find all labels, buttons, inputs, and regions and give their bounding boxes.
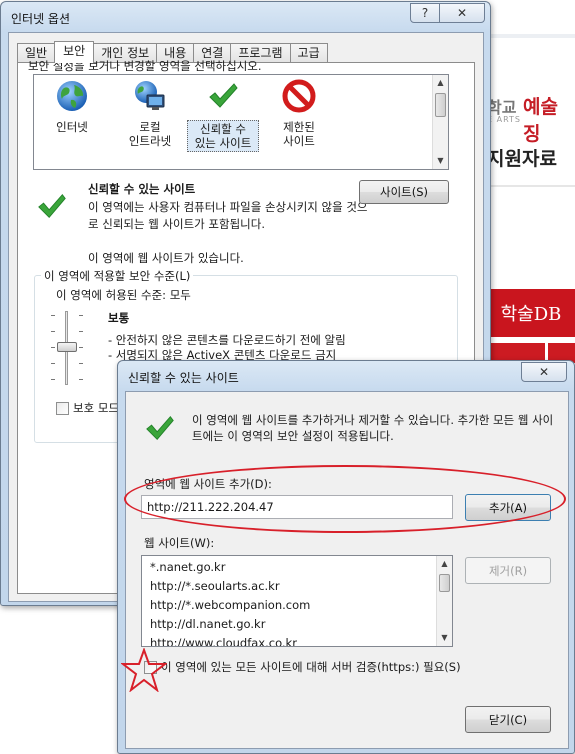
scroll-up-icon[interactable]: ▲ xyxy=(437,556,452,572)
zone-internet[interactable]: 인터넷 xyxy=(36,79,108,134)
annotation-ellipse xyxy=(124,465,566,533)
scroll-up-icon[interactable]: ▲ xyxy=(433,75,448,91)
zone-local-intranet[interactable]: 로컬 인트라넷 xyxy=(114,79,186,148)
background-heading: 지원자료 xyxy=(487,148,557,170)
help-icon: ? xyxy=(421,6,429,20)
intranet-icon xyxy=(135,81,165,110)
list-item[interactable]: http://www.cloudfax.co.kr xyxy=(150,636,297,646)
tab-advanced[interactable]: 고급 xyxy=(289,43,328,63)
slider-knob[interactable] xyxy=(57,342,77,352)
websites-list[interactable]: *.nanet.go.kr http://*.seoularts.ac.kr h… xyxy=(141,555,453,647)
list-item[interactable]: http://dl.nanet.go.kr xyxy=(150,617,265,631)
site-logo-right: 예술징 xyxy=(523,96,558,145)
bullet-item: - 안전하지 않은 콘텐츠를 다운로드하기 전에 알림 xyxy=(108,333,346,347)
sites-button[interactable]: 사이트(S) xyxy=(359,180,449,204)
selected-zone-note: 이 영역에 웹 사이트가 있습니다. xyxy=(88,251,244,265)
checkbox-box[interactable] xyxy=(56,401,69,415)
zone-restricted-sites[interactable]: 제한된 사이트 xyxy=(263,79,335,148)
dialog-checkmark-icon xyxy=(146,415,174,440)
globe-icon xyxy=(57,81,87,111)
site-logo[interactable]: 학교 예술징 E ARTS xyxy=(487,82,575,145)
close-button[interactable]: ✕ xyxy=(439,3,485,23)
require-https-label: 이 영역에 있는 모든 사이트에 대해 서버 검증(https:) 필요(S) xyxy=(161,660,461,674)
site-logo-sub: E ARTS xyxy=(487,115,522,124)
background-rule xyxy=(487,185,575,187)
close-icon: ✕ xyxy=(538,365,550,379)
protected-mode-checkbox[interactable]: 보호 모드 xyxy=(56,400,119,416)
zone-list: 인터넷 로컬 인트라넷 신뢰할 수 있는 사이트 제한된 사이트 ▲ ▼ xyxy=(33,74,449,170)
scroll-down-icon[interactable]: ▼ xyxy=(433,153,448,169)
list-item[interactable]: *.nanet.go.kr xyxy=(150,560,225,574)
selected-zone-description: 이 영역에는 사용자 컴퓨터나 파일을 손상시키지 않을 것으로 신뢰되는 웹 … xyxy=(88,200,368,231)
require-https-checkbox[interactable]: 이 영역에 있는 모든 사이트에 대해 서버 검증(https:) 필요(S) xyxy=(144,659,461,675)
remove-site-button[interactable]: 제거(R) xyxy=(465,557,551,584)
dialog-close-button-bottom[interactable]: 닫기(C) xyxy=(465,706,551,733)
scroll-down-icon[interactable]: ▼ xyxy=(437,630,452,646)
zone-list-scrollbar[interactable]: ▲ ▼ xyxy=(432,75,448,169)
list-item[interactable]: http://*.seoularts.ac.kr xyxy=(150,579,280,593)
dialog-title: 신뢰할 수 있는 사이트 xyxy=(128,371,239,385)
websites-list-label: 웹 사이트(W): xyxy=(144,536,215,550)
dialog-description: 이 영역에 웹 사이트를 추가하거나 제거할 수 있습니다. 추가한 모든 웹 … xyxy=(192,413,554,443)
close-icon: ✕ xyxy=(456,6,468,20)
scroll-thumb[interactable] xyxy=(435,93,446,117)
security-level-legend: 이 영역에 적용할 보안 수준(L) xyxy=(41,268,194,284)
checkmark-icon xyxy=(209,83,238,108)
help-button[interactable]: ? xyxy=(410,3,440,23)
security-level-name: 보통 xyxy=(108,311,130,325)
tab-security[interactable]: 보안 xyxy=(54,41,95,63)
allowed-level-text: 이 영역에 허용된 수준: 모두 xyxy=(56,288,191,302)
trusted-checkmark-icon xyxy=(38,193,66,218)
no-entry-icon xyxy=(282,79,316,113)
zone-internet-label: 인터넷 xyxy=(56,120,88,134)
scroll-thumb[interactable] xyxy=(439,574,450,592)
websites-list-scrollbar[interactable]: ▲ ▼ xyxy=(436,556,452,646)
annotation-star-icon xyxy=(121,648,167,692)
list-item[interactable]: http://*.webcompanion.com xyxy=(150,598,310,612)
academic-db-link[interactable]: 학술DB xyxy=(487,289,575,337)
protected-mode-label: 보호 모드 xyxy=(73,401,119,415)
selected-zone-title: 신뢰할 수 있는 사이트 xyxy=(88,182,196,196)
zone-trusted-label: 신뢰할 수 있는 사이트 xyxy=(187,120,259,152)
security-level-bullets: - 안전하지 않은 콘텐츠를 다운로드하기 전에 알림 - 서명되지 않은 Ac… xyxy=(108,333,346,363)
security-level-slider[interactable] xyxy=(48,309,88,389)
dialog-close-button[interactable]: ✕ xyxy=(521,362,567,382)
zone-intranet-label: 로컬 인트라넷 xyxy=(128,120,172,148)
window-title: 인터넷 옵션 xyxy=(11,12,71,26)
zone-restricted-label: 제한된 사이트 xyxy=(283,120,315,148)
background-divider xyxy=(487,34,575,38)
zone-trusted-sites[interactable]: 신뢰할 수 있는 사이트 xyxy=(187,79,259,152)
